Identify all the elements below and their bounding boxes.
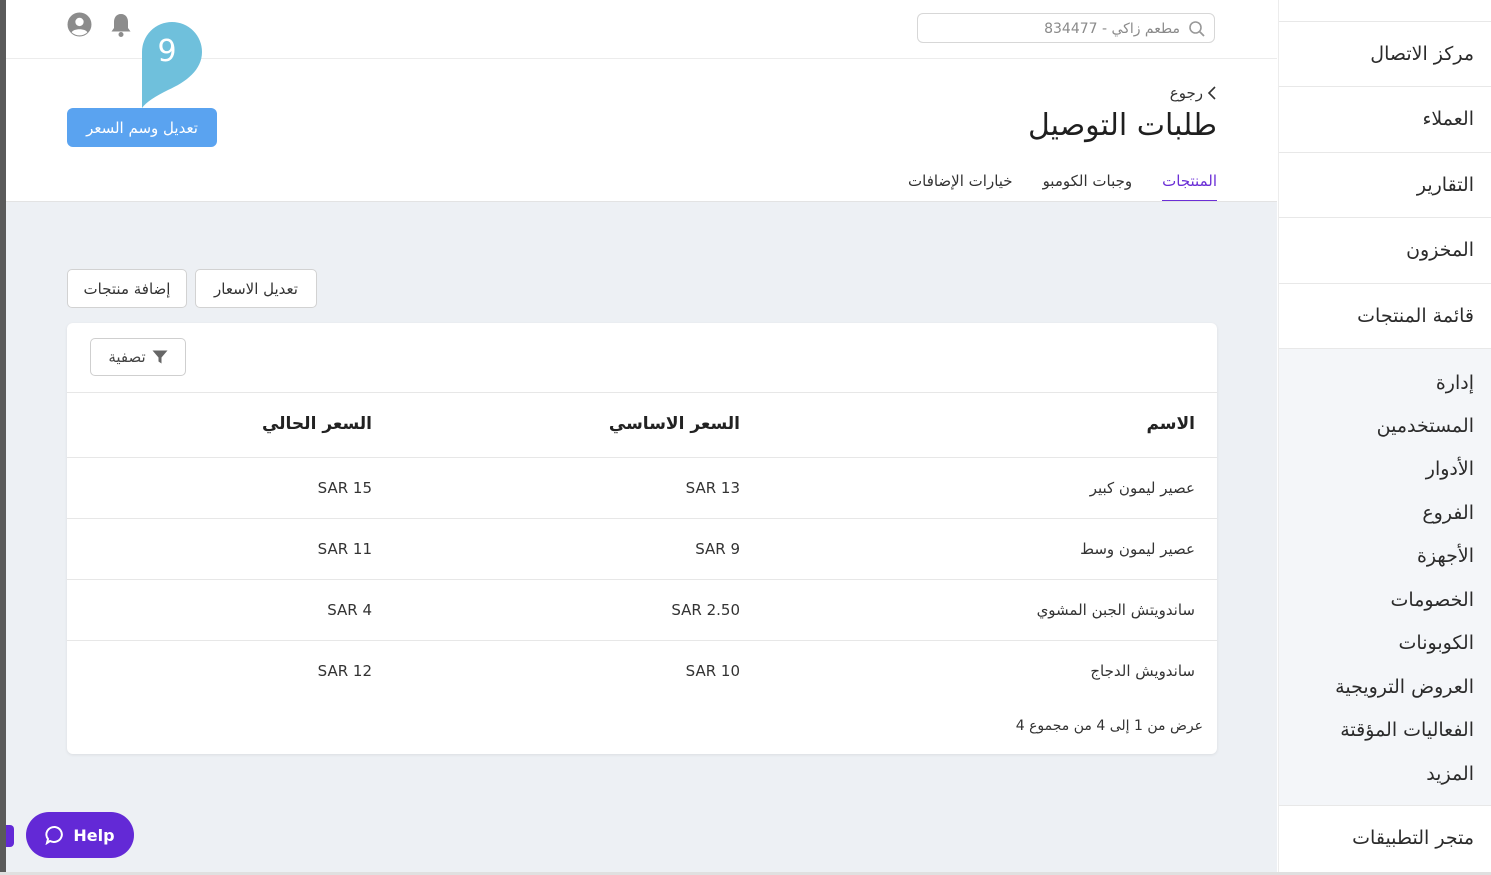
page-title: طلبات التوصيل [1027,108,1217,143]
back-label: رجوع [1169,84,1203,102]
sidebar-item-product-list[interactable]: قائمة المنتجات [1279,283,1491,348]
sidebar-group-title[interactable]: إدارة [1279,361,1491,405]
edit-price-tag-button[interactable]: تعديل وسم السعر [67,108,217,147]
sidebar-item-promotions[interactable]: العروض الترويجية [1279,665,1491,709]
filter-button[interactable]: تصفية [90,338,186,376]
edit-prices-button[interactable]: تعديل الاسعار [195,269,317,308]
cell-base-price: SAR 9 [695,540,740,558]
sidebar-item-label: متجر التطبيقات [1352,827,1474,849]
products-table-card: تصفية الاسم السعر الاساسي السعر الحالي ع… [67,323,1217,754]
sidebar-item-label: التقارير [1416,174,1474,196]
cell-base-price: SAR 13 [685,479,740,497]
sidebar-item-label: مركز الاتصال [1370,43,1474,65]
column-header-base-price[interactable]: السعر الاساسي [609,414,740,434]
sidebar-group-management: إدارة المستخدمين الأدوار الفروع الأجهزة … [1279,348,1491,806]
sidebar: مركز الاتصال العملاء التقارير المخزون قا… [1278,0,1491,875]
column-header-name[interactable]: الاسم [1146,414,1195,434]
pagination-summary: عرض من 1 إلى 4 من مجموع 4 [1015,718,1203,734]
chevron-right-icon [1207,86,1216,100]
sidebar-item-label: المخزون [1406,239,1474,261]
search-icon [1189,21,1205,37]
filter-label: تصفية [108,348,146,366]
user-icon[interactable] [67,12,92,37]
sidebar-item-contact-center[interactable]: مركز الاتصال [1279,21,1491,86]
cell-current-price: SAR 4 [327,601,372,619]
table-divider [67,392,1217,393]
sidebar-item-roles[interactable]: الأدوار [1279,447,1491,491]
back-link[interactable]: رجوع [1160,82,1217,104]
search-box[interactable] [917,13,1215,43]
help-button[interactable]: Help [26,812,134,858]
filter-icon [152,350,168,364]
sidebar-item-reports[interactable]: التقارير [1279,152,1491,217]
sidebar-item-inventory[interactable]: المخزون [1279,217,1491,282]
help-side-tab [6,825,14,847]
sidebar-item-branches[interactable]: الفروع [1279,491,1491,535]
sidebar-item-label: العملاء [1422,108,1475,130]
help-label: Help [73,825,115,845]
sidebar-item-app-store[interactable]: متجر التطبيقات [1279,805,1491,870]
sidebar-item-label: قائمة المنتجات [1357,305,1474,327]
cell-current-price: SAR 11 [317,540,372,558]
sidebar-item-customers[interactable]: العملاء [1279,86,1491,151]
cell-name: ساندويتش الجبن المشوي [1036,601,1195,619]
bell-icon[interactable] [109,12,133,38]
cell-current-price: SAR 12 [317,662,372,680]
table-divider [67,640,1217,641]
cell-base-price: SAR 10 [685,662,740,680]
tab-products[interactable]: المنتجات [1162,170,1217,202]
sidebar-item-timed-events[interactable]: الفعاليات المؤقتة [1279,708,1491,752]
cell-base-price: SAR 2.50 [671,601,740,619]
table-divider [67,579,1217,580]
cell-name: ساندويش الدجاج [1090,662,1195,680]
cell-name: عصير ليمون وسط [1080,540,1195,558]
table-divider [67,518,1217,519]
sidebar-item-more[interactable]: المزيد [1279,752,1491,796]
sidebar-item-coupons[interactable]: الكوبونات [1279,621,1491,665]
cell-current-price: SAR 15 [317,479,372,497]
tabs: المنتجات وجبات الكومبو خيارات الإضافات [880,170,1217,202]
tab-addon-options[interactable]: خيارات الإضافات [908,170,1013,200]
add-products-button[interactable]: إضافة منتجات [67,269,187,308]
step-number: 9 [157,34,177,69]
sidebar-item-users[interactable]: المستخدمين [1279,404,1491,448]
sidebar-item-discounts[interactable]: الخصومات [1279,578,1491,622]
tab-combo-meals[interactable]: وجبات الكومبو [1043,170,1133,200]
cell-name: عصير ليمون كبير [1089,479,1195,497]
sidebar-item-devices[interactable]: الأجهزة [1279,534,1491,578]
search-input[interactable] [928,17,1182,41]
table-divider [67,457,1217,458]
column-header-current-price[interactable]: السعر الحالي [262,414,372,434]
chat-bubble-icon [45,826,64,845]
